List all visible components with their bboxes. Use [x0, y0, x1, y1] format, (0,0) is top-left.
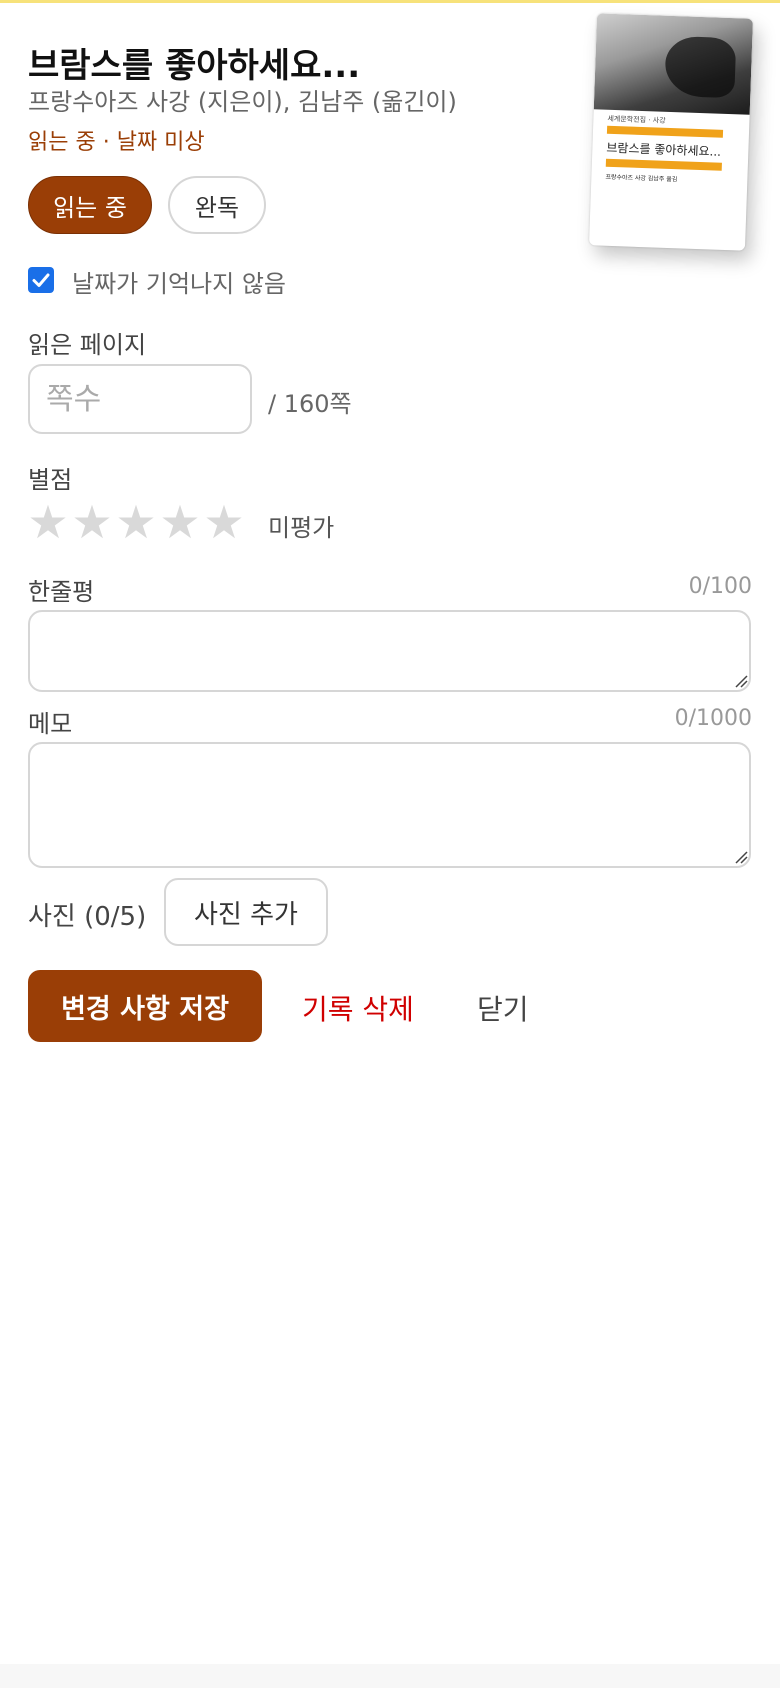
pages-input[interactable] — [28, 364, 252, 434]
cover-stripe — [605, 158, 722, 171]
bottom-strip — [0, 1664, 780, 1688]
book-authors: 프랑수아즈 사강 (지은이), 김남주 (옮긴이) — [28, 88, 457, 116]
review-textarea[interactable] — [28, 610, 751, 692]
pages-label: 읽은 페이지 — [28, 331, 147, 359]
photos-label: 사진 (0/5) — [28, 902, 147, 932]
save-button[interactable]: 변경 사항 저장 — [28, 970, 262, 1042]
cover-stripe — [606, 125, 724, 138]
book-title: 브람스를 좋아하세요... — [28, 46, 361, 86]
star-3-icon[interactable]: ★ — [114, 499, 158, 545]
memo-counter: 0/1000 — [674, 706, 752, 731]
cover-author: 프랑수아즈 사강 김남주 옮김 — [605, 173, 678, 184]
memo-label: 메모 — [28, 710, 73, 738]
status-done-button[interactable]: 완독 — [168, 176, 266, 234]
no-date-checkbox[interactable] — [28, 267, 54, 293]
rating-label: 별점 — [28, 466, 73, 494]
status-reading-button[interactable]: 읽는 중 — [28, 176, 152, 234]
star-4-icon[interactable]: ★ — [158, 499, 202, 545]
delete-record-button[interactable]: 기록 삭제 — [302, 988, 414, 1028]
close-button[interactable]: 닫기 — [477, 988, 529, 1028]
review-label: 한줄평 — [28, 578, 95, 606]
resize-grip-icon[interactable] — [734, 850, 748, 864]
pages-total: / 160쪽 — [268, 390, 352, 418]
star-1-icon[interactable]: ★ — [26, 499, 70, 545]
book-cover-image: 세계문학전집 · 사강 브람스를 좋아하세요... 프랑수아즈 사강 김남주 옮… — [588, 13, 754, 251]
resize-grip-icon[interactable] — [734, 674, 748, 688]
add-photo-button[interactable]: 사진 추가 — [164, 878, 328, 946]
checkmark-icon — [32, 273, 50, 287]
star-5-icon[interactable]: ★ — [202, 499, 246, 545]
cover-series: 세계문학전집 · 사강 — [607, 114, 666, 125]
star-rating[interactable]: ★ ★ ★ ★ ★ — [26, 499, 246, 548]
cover-title: 브람스를 좋아하세요... — [606, 140, 722, 159]
cover-photo — [593, 13, 754, 115]
memo-textarea[interactable] — [28, 742, 751, 868]
reading-status-line: 읽는 중 · 날짜 미상 — [28, 130, 205, 155]
rating-text: 미평가 — [268, 514, 335, 542]
review-counter: 0/100 — [688, 574, 752, 599]
no-date-label: 날짜가 기억나지 않음 — [72, 270, 286, 298]
star-2-icon[interactable]: ★ — [70, 499, 114, 545]
top-border — [0, 0, 780, 3]
